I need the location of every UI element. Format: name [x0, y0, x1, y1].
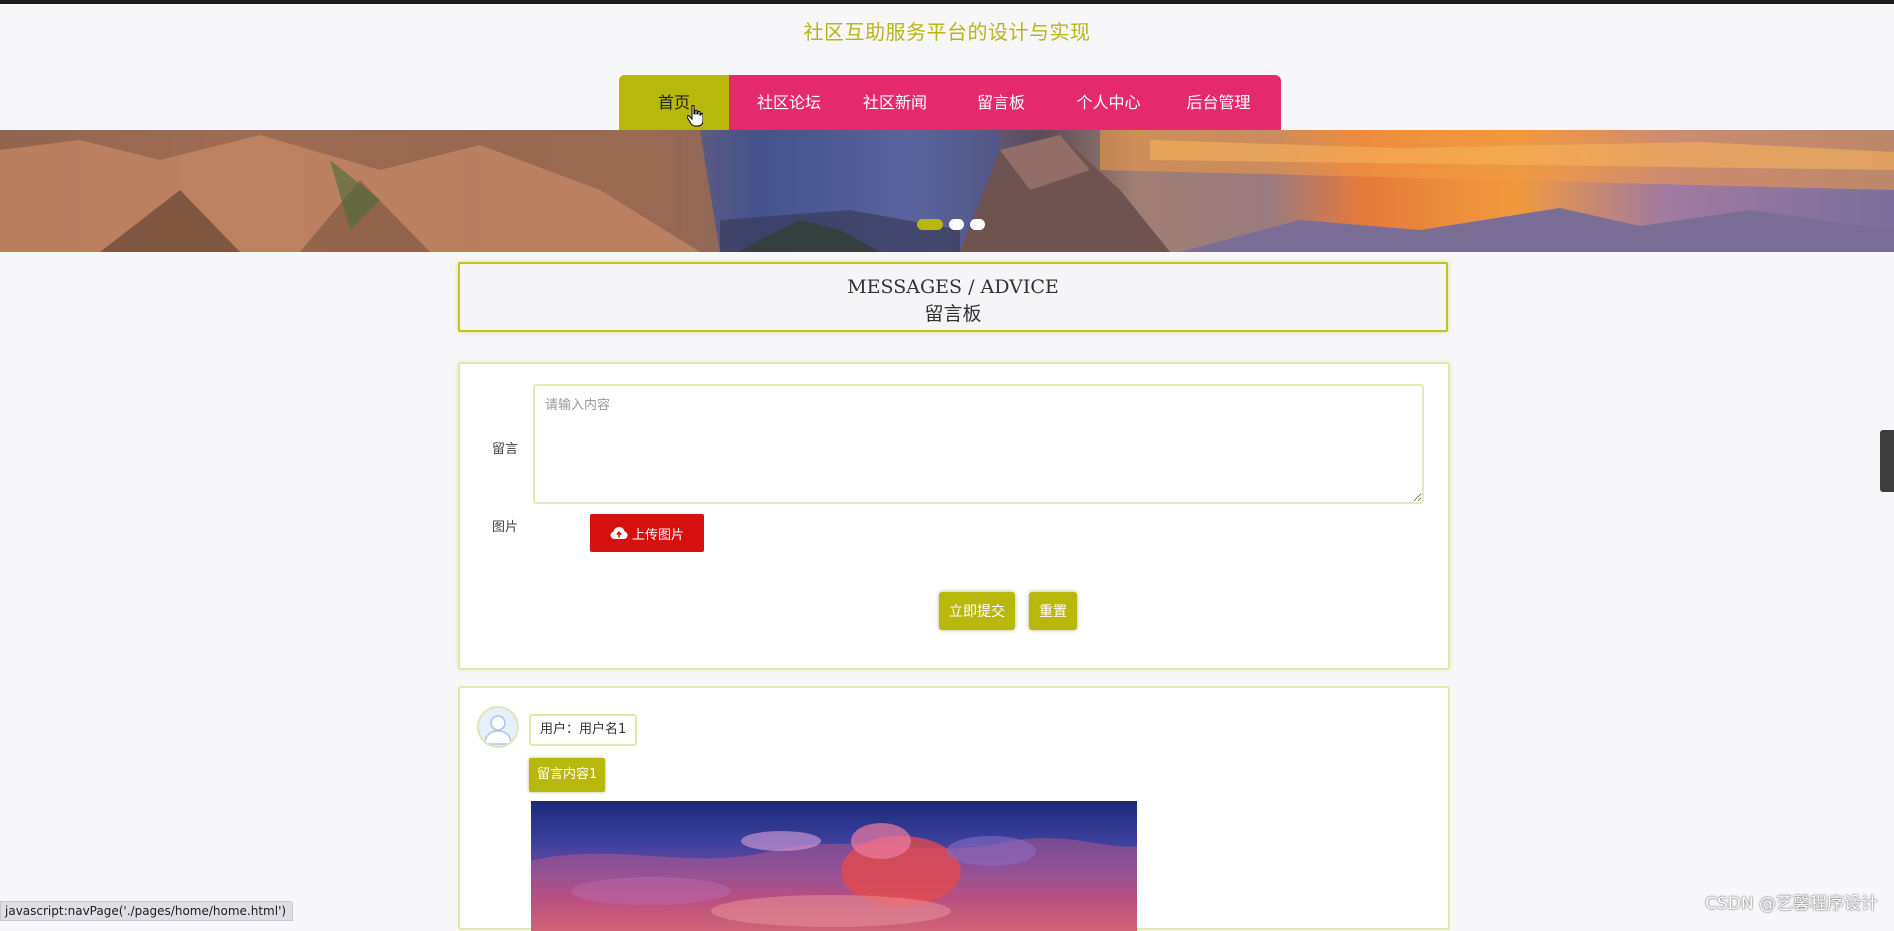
banner-carousel[interactable]: [0, 130, 1894, 252]
nav-item-home[interactable]: 首页: [619, 75, 729, 130]
banner-landscape-image: [0, 130, 1894, 252]
message-content: 留言内容1: [529, 758, 606, 792]
upload-image-button[interactable]: 上传图片: [590, 514, 704, 552]
nav-item-news[interactable]: 社区新闻: [849, 75, 941, 130]
side-panel-toggle[interactable]: [1880, 430, 1894, 492]
message-image: [531, 801, 1137, 931]
carousel-dot-2[interactable]: [949, 219, 964, 230]
carousel-dot-3[interactable]: [970, 219, 985, 230]
nav-item-forum[interactable]: 社区论坛: [729, 75, 849, 130]
nav-item-message-board[interactable]: 留言板: [941, 75, 1061, 130]
nav-item-admin[interactable]: 后台管理: [1156, 75, 1281, 130]
window-top-border: [0, 0, 1894, 4]
upload-button-label: 上传图片: [631, 526, 684, 542]
carousel-dot-1[interactable]: [917, 219, 943, 230]
page-heading: MESSAGES / ADVICE 留言板: [458, 262, 1448, 332]
message-item: 用户：用户名1 留言内容1: [458, 686, 1450, 931]
csdn-watermark: CSDN @艺馨程序设计: [1705, 894, 1878, 914]
main-nav: 首页 社区论坛 社区新闻 留言板 个人中心 后台管理: [619, 75, 1281, 130]
cloud-upload-icon: [610, 527, 628, 539]
image-label: 图片: [492, 520, 519, 535]
reset-button[interactable]: 重置: [1029, 592, 1077, 630]
page-heading-english: MESSAGES / ADVICE: [847, 276, 1059, 298]
message-label: 留言: [492, 442, 519, 457]
carousel-indicators: [917, 219, 985, 230]
nav-item-label: 首页: [657, 93, 690, 112]
page-heading-chinese: 留言板: [924, 303, 982, 325]
message-form: 留言 图片 上传图片 立即提交 重置: [458, 362, 1450, 670]
submit-button[interactable]: 立即提交: [939, 592, 1015, 630]
message-textarea[interactable]: [533, 384, 1424, 504]
nav-item-personal-center[interactable]: 个人中心: [1061, 75, 1156, 130]
user-avatar-icon: [477, 706, 519, 748]
hand-pointer-icon: [687, 105, 703, 127]
browser-status-bar: javascript:navPage('./pages/home/home.ht…: [0, 901, 294, 921]
message-user-name: 用户：用户名1: [529, 714, 638, 746]
site-title: 社区互助服务平台的设计与实现: [803, 20, 1091, 44]
